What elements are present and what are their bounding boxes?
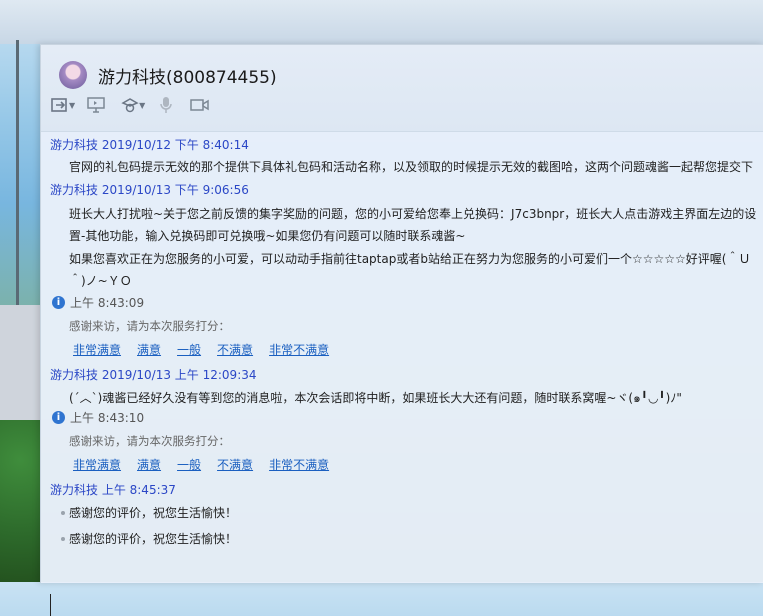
chat-window: 游力科技(800874455) ▼ ▼ 游力科技 2019/10/12 下午 8… [40,44,763,616]
rating-very-satisfied-link[interactable]: 非常满意 [73,341,121,358]
rating-very-dissatisfied-link[interactable]: 非常不满意 [269,456,329,473]
message-text: 置-其他功能，输入兑换码即可兑换哦~如果您仍有问题可以随时联系魂酱~ [69,229,466,243]
avatar[interactable] [59,61,87,89]
rating-prompt: 感谢来访，请为本次服务打分： [69,319,230,333]
info-icon: i [52,296,65,309]
rating-options: 非常满意 满意 一般 不满意 非常不满意 [73,456,329,473]
message-text: (ˊ︿ˋ)魂酱已经好久没有等到您的消息啦，本次会话即将中断，如果班长大大还有问题… [69,391,682,405]
system-time: 上午 8:43:10 [70,411,145,425]
background-house [0,305,40,425]
remote-assist-dropdown-icon[interactable]: ▼ [139,101,145,110]
transfer-dropdown-icon[interactable]: ▼ [69,101,75,110]
microphone-icon[interactable] [155,96,177,114]
message-header: 游力科技 2019/10/13 上午 12:09:34 [50,368,257,382]
rating-dissatisfied-link[interactable]: 不满意 [217,456,253,473]
rating-satisfied-link[interactable]: 满意 [137,341,161,358]
message-text: 班长大人打扰啦~关于您之前反馈的集字奖励的问题，您的小可爱给您奉上兑换码：J7c… [69,207,757,221]
message-header: 游力科技 2019/10/12 下午 8:40:14 [50,138,249,152]
message-text: 如果您喜欢正在为您服务的小可爱，可以动动手指前往taptap或者b站给正在努力为… [69,252,751,266]
desktop-background [0,0,763,582]
background-tree [0,420,40,582]
chat-history[interactable]: 游力科技 2019/10/12 下午 8:40:14 官网的礼包码提示无效的那个… [41,132,763,616]
rating-prompt: 感谢来访，请为本次服务打分： [69,434,230,448]
message-text: 感谢您的评价，祝您生活愉快！ [69,506,238,520]
rating-very-dissatisfied-link[interactable]: 非常不满意 [269,341,329,358]
remote-assist-icon[interactable] [119,96,141,114]
rating-options: 非常满意 满意 一般 不满意 非常不满意 [73,341,329,358]
background-roof [0,0,763,44]
rating-very-satisfied-link[interactable]: 非常满意 [73,456,121,473]
screen-share-icon[interactable] [85,96,107,114]
bullet-icon [61,511,65,515]
info-icon: i [52,411,65,424]
chat-toolbar: ▼ ▼ [49,95,211,115]
system-time: 上午 8:43:09 [70,296,145,310]
chat-title: 游力科技(800874455) [98,68,277,88]
bullet-icon [61,537,65,541]
rating-neutral-link[interactable]: 一般 [177,456,201,473]
message-text: 感谢您的评价，祝您生活愉快！ [69,532,238,546]
message-header: 游力科技 2019/10/13 下午 9:06:56 [50,183,249,197]
input-cursor[interactable] [50,594,51,616]
message-text: 官网的礼包码提示无效的那个提供下具体礼包码和活动名称，以及领取的时候提示无效的截… [69,160,754,174]
background-pole [16,40,19,340]
chat-header: 游力科技(800874455) ▼ ▼ [41,45,763,132]
rating-dissatisfied-link[interactable]: 不满意 [217,341,253,358]
video-icon[interactable] [189,96,211,114]
rating-satisfied-link[interactable]: 满意 [137,456,161,473]
message-text: ＾)ノ~ＹＯ [69,274,132,288]
transfer-icon[interactable] [49,96,71,114]
message-header: 游力科技 上午 8:45:37 [50,483,176,497]
rating-neutral-link[interactable]: 一般 [177,341,201,358]
